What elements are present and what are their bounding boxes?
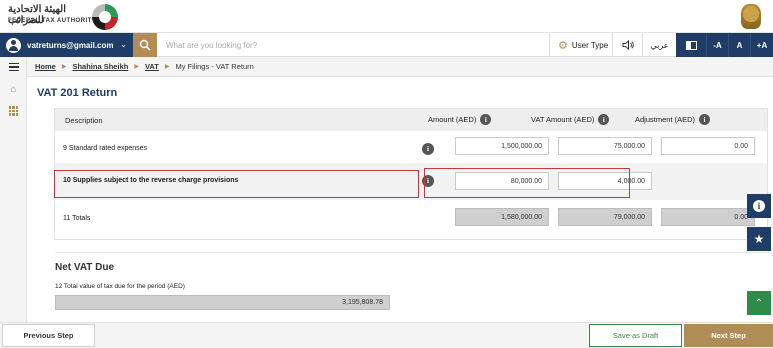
- top-navbar: vatreturns@gmail.com ⌄ ⚙ User Type عربي …: [0, 33, 773, 57]
- net-vat-title: Net VAT Due: [55, 262, 115, 273]
- double-chevron-up-icon: ⌃: [754, 297, 764, 309]
- caret-right-icon: ▶: [164, 64, 170, 70]
- logo-band: الهيئة الاتحادية للضرائب FEDERAL TAX AUT…: [0, 0, 773, 33]
- vat-amount-input[interactable]: [558, 137, 652, 155]
- annotation-highlight-label: [54, 170, 419, 198]
- speaker-icon: [622, 40, 634, 50]
- arabic-language-link[interactable]: عربي: [642, 33, 676, 57]
- table-header: Description Amount (AED) i VAT Amount (AE…: [55, 109, 767, 131]
- search-icon: [139, 39, 151, 51]
- search-button[interactable]: [133, 33, 157, 57]
- rail-apps-button[interactable]: [0, 101, 27, 121]
- account-dropdown[interactable]: vatreturns@gmail.com ⌄: [0, 33, 133, 57]
- total-vat-field: [558, 208, 652, 226]
- section-divider: [55, 252, 769, 253]
- breadcrumb: Home ▶ Shahina Sheikh ▶ VAT ▶ My Filings…: [27, 57, 773, 77]
- font-normal-button[interactable]: A: [728, 33, 750, 57]
- breadcrumb-home[interactable]: Home: [35, 62, 56, 71]
- user-type-selector[interactable]: ⚙ User Type: [549, 33, 612, 57]
- header-vat-amount: VAT Amount (AED) i: [531, 114, 610, 125]
- chevron-down-icon: ⌄: [120, 40, 127, 49]
- home-icon: ⌂: [10, 83, 17, 95]
- breadcrumb-current: My Filings - VAT Return: [175, 62, 254, 71]
- hamburger-icon: [8, 61, 19, 74]
- grid-icon: [8, 106, 19, 116]
- header-amount: Amount (AED) i: [428, 114, 492, 125]
- footer-bar: Previous Step Save as Draft Next Step: [0, 322, 773, 348]
- header-adjustment: Adjustment (AED) i: [635, 114, 711, 125]
- main-content: VAT 201 Return Description Amount (AED) i…: [27, 77, 769, 322]
- left-rail: ⌂: [0, 57, 27, 322]
- scroll-top-button[interactable]: ⌃: [747, 291, 771, 315]
- contrast-icon: [685, 40, 697, 50]
- gear-icon: ⚙: [558, 39, 568, 52]
- annotation-highlight-inputs: [424, 168, 630, 198]
- row-label: 9 Standard rated expenses: [63, 145, 148, 152]
- row-label: 11 Totals: [63, 215, 91, 222]
- menu-toggle-button[interactable]: [0, 57, 27, 77]
- tax-due-field: [55, 295, 390, 310]
- info-icon[interactable]: i: [480, 114, 492, 125]
- info-icon[interactable]: i: [699, 114, 711, 125]
- rail-home-button[interactable]: ⌂: [0, 79, 27, 99]
- fta-logo-icon[interactable]: [92, 4, 118, 30]
- page-title: VAT 201 Return: [37, 87, 118, 99]
- favorite-button[interactable]: ★: [747, 227, 771, 251]
- total-amount-field: [455, 208, 549, 226]
- info-icon[interactable]: i: [598, 114, 610, 125]
- contrast-toggle-button[interactable]: [676, 33, 706, 57]
- font-decrease-button[interactable]: -A: [706, 33, 728, 57]
- speaker-button[interactable]: [612, 33, 642, 57]
- star-icon: ★: [753, 232, 765, 246]
- previous-step-button[interactable]: Previous Step: [2, 324, 95, 347]
- caret-right-icon: ▶: [134, 64, 139, 70]
- user-icon: [6, 37, 21, 53]
- breadcrumb-user[interactable]: Shahina Sheikh: [72, 62, 128, 71]
- search-input[interactable]: [160, 36, 545, 54]
- user-type-label: User Type: [571, 40, 609, 50]
- font-increase-button[interactable]: +A: [750, 33, 773, 57]
- uae-emblem-icon: [741, 4, 761, 29]
- tax-due-label: 12 Total value of tax due for the period…: [55, 283, 185, 290]
- amount-input[interactable]: [455, 137, 549, 155]
- account-email: vatreturns@gmail.com: [27, 40, 114, 50]
- header-description: Description: [65, 116, 103, 125]
- breadcrumb-vat[interactable]: VAT: [145, 62, 159, 71]
- help-button[interactable]: i: [747, 194, 771, 218]
- total-adjustment-field: [661, 208, 755, 226]
- logo-english-text: FEDERAL TAX AUTHORITY: [8, 18, 97, 24]
- save-draft-button[interactable]: Save as Draft: [589, 324, 682, 347]
- next-step-button[interactable]: Next Step: [684, 324, 773, 347]
- info-icon[interactable]: i: [422, 143, 434, 155]
- caret-right-icon: ▶: [61, 64, 67, 70]
- adjustment-input[interactable]: [661, 137, 755, 155]
- info-icon: i: [753, 200, 765, 212]
